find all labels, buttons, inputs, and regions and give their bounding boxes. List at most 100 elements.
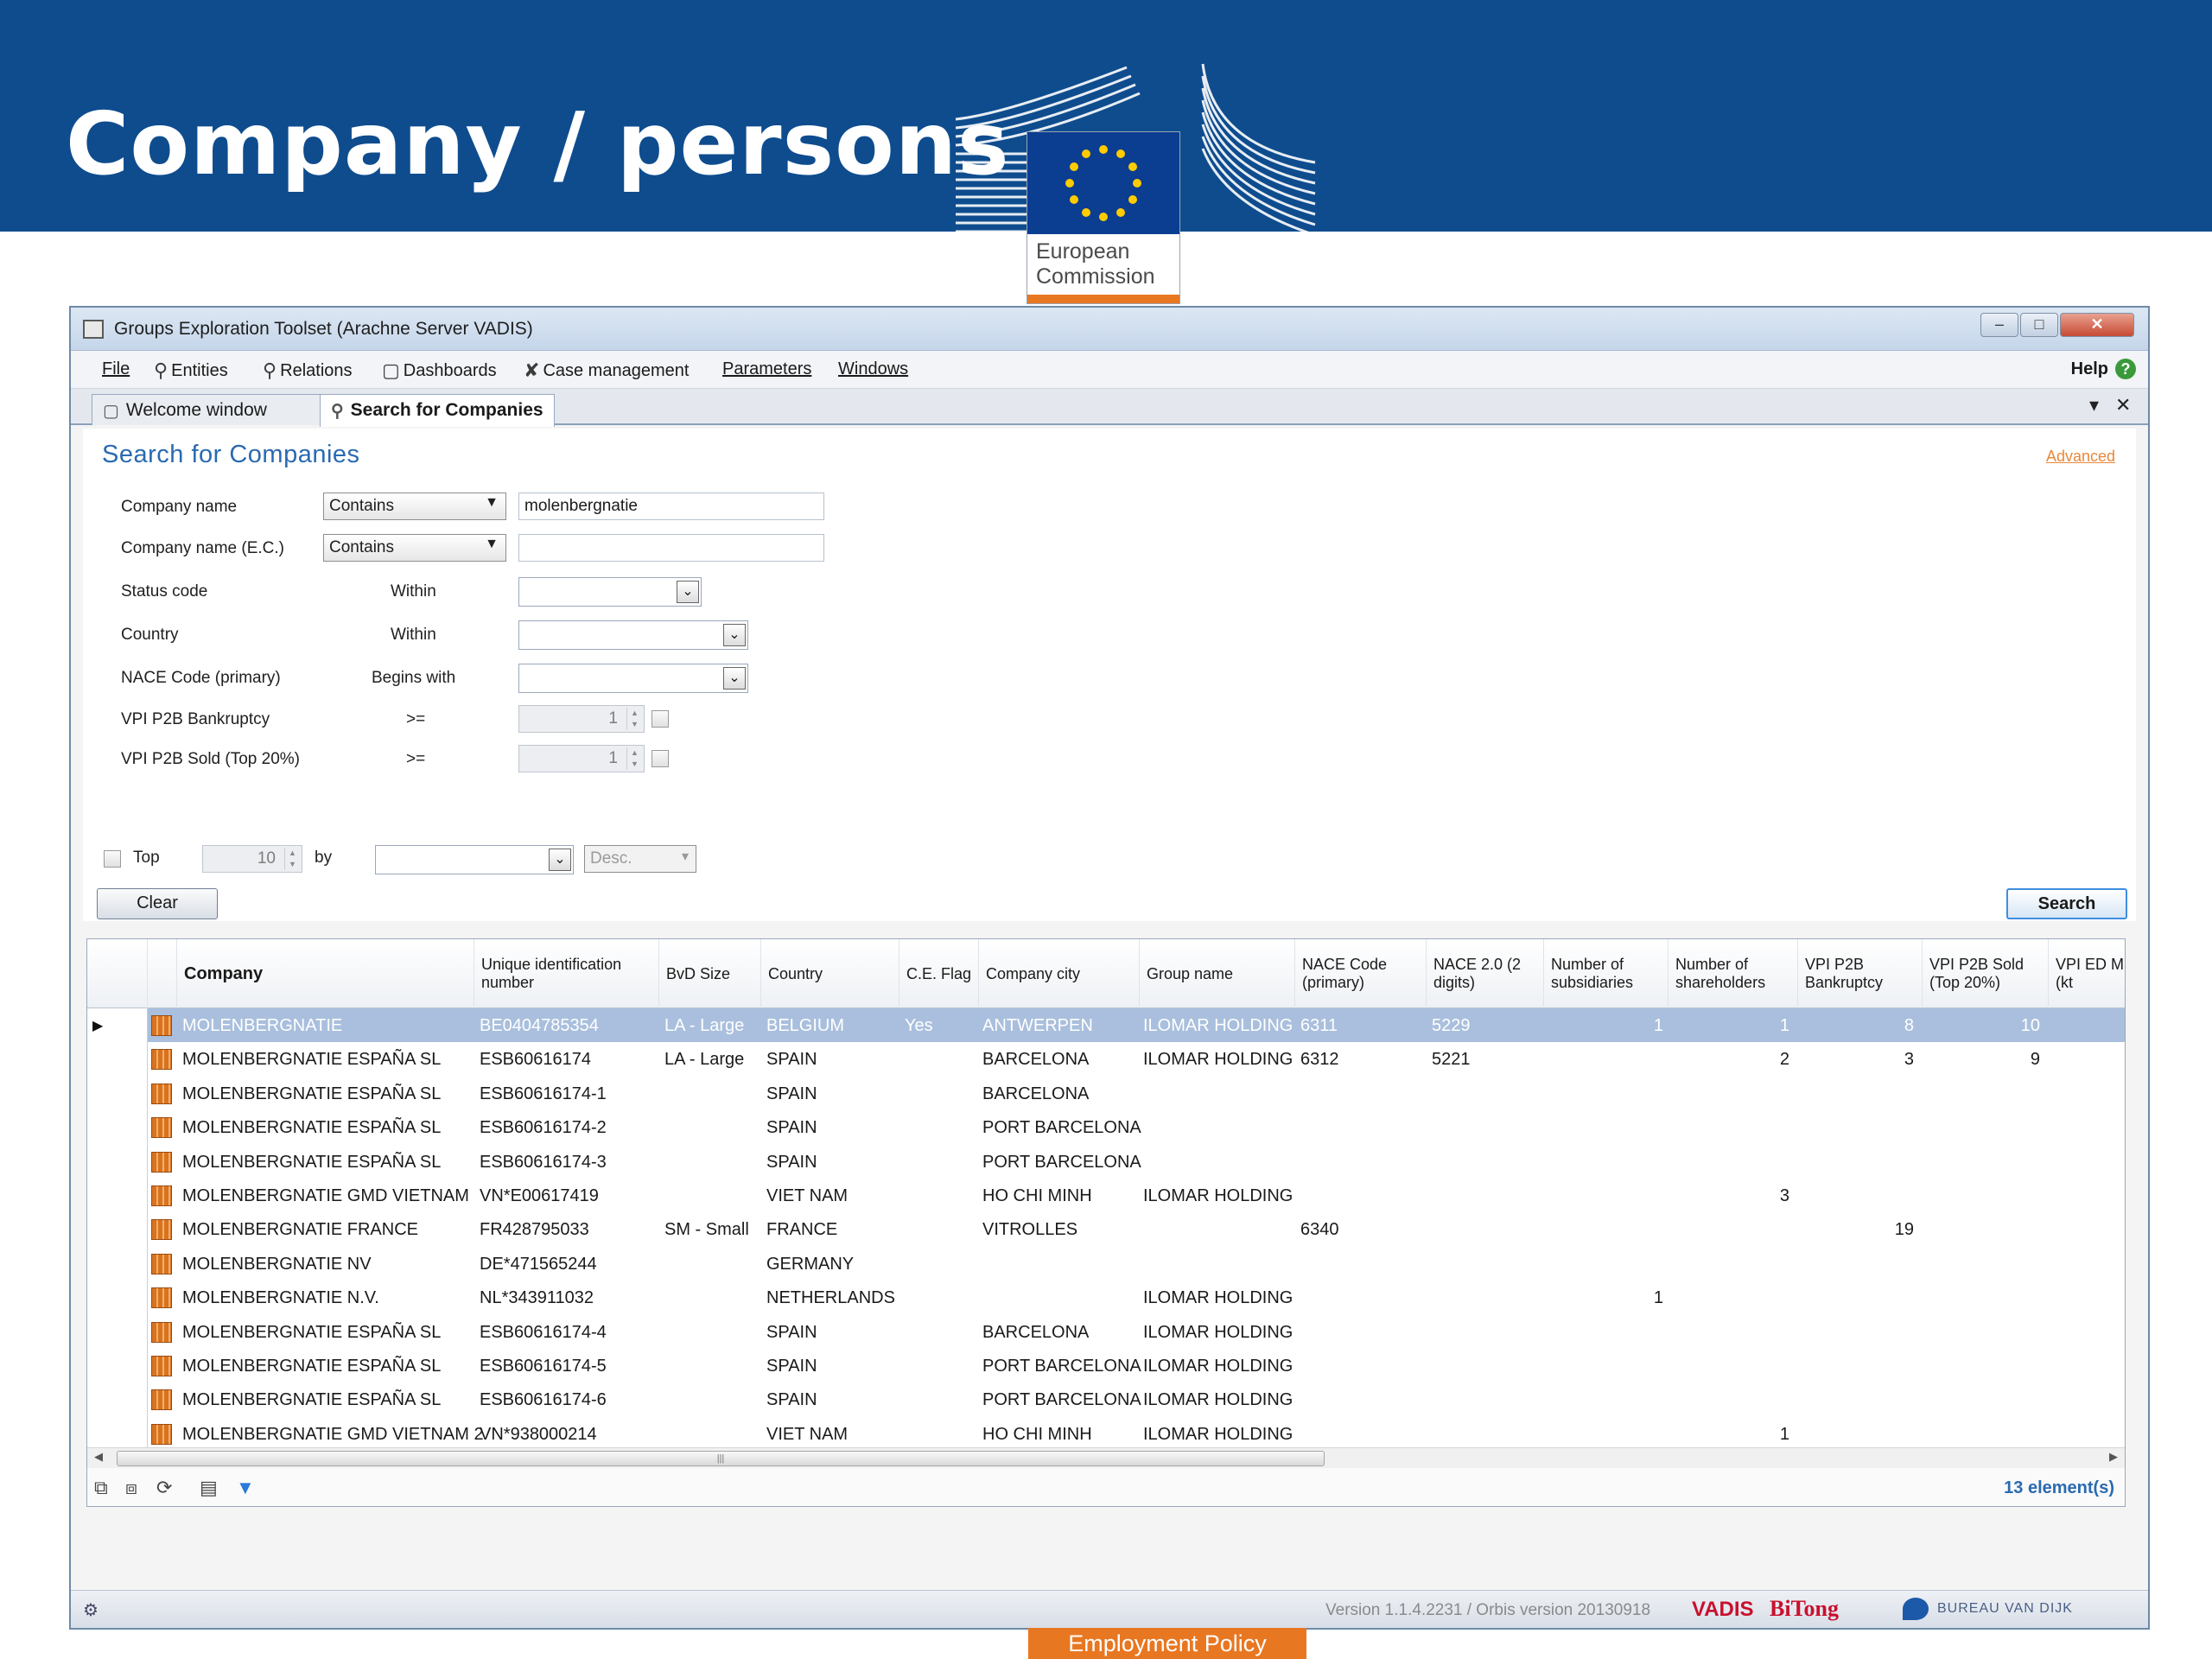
sort-by-select[interactable]: ⌄ xyxy=(375,845,574,874)
vpi-sold-checkbox[interactable] xyxy=(652,750,669,767)
table-row[interactable]: MOLENBERGNATIE ESPAÑA SL ESB60616174-6 SPA… xyxy=(87,1382,2125,1417)
sort-order-select[interactable]: Desc. ▾ xyxy=(584,845,696,873)
version-text: Version 1.1.4.2231 / Orbis version 20130… xyxy=(1325,1601,1651,1619)
scroll-right-icon[interactable]: ▶ xyxy=(2109,1450,2118,1464)
search-panel-title: Search for Companies xyxy=(102,441,360,468)
company-building-icon xyxy=(151,1253,172,1274)
menu-case-management[interactable]: ✘ Case management xyxy=(524,359,689,382)
refresh-icon[interactable]: ⟳ xyxy=(156,1477,172,1499)
row-selector[interactable] xyxy=(87,1042,148,1077)
row-selector[interactable] xyxy=(87,1349,148,1383)
column-header-subsidiaries[interactable]: Number of subsidiaries xyxy=(1544,939,1669,1008)
close-button[interactable]: ✕ xyxy=(2060,313,2134,337)
label-status-code: Status code xyxy=(121,582,208,601)
cell-id: ESB60616174-4 xyxy=(480,1322,607,1342)
column-header-unique-id[interactable]: Unique identification number xyxy=(474,939,659,1008)
export-icon[interactable]: ▤ xyxy=(200,1477,218,1499)
spinner-arrows-icon[interactable]: ▲ ▼ xyxy=(284,848,300,870)
chevron-down-icon[interactable]: ⌄ xyxy=(549,849,571,871)
column-header-shareholders[interactable]: Number of shareholders xyxy=(1669,939,1798,1008)
status-code-operator: Within xyxy=(391,582,436,601)
nace-code-select[interactable]: ⌄ xyxy=(518,664,748,693)
table-row[interactable]: MOLENBERGNATIE NV DE*471565244 GERMANY xyxy=(87,1246,2125,1281)
horizontal-scrollbar[interactable]: ◀ ||| ▶ xyxy=(87,1447,2125,1468)
table-row[interactable]: MOLENBERGNATIE ESPAÑA SL ESB60616174-5 SPA… xyxy=(87,1349,2125,1383)
row-selector[interactable] xyxy=(87,1179,148,1213)
tab-search-companies[interactable]: ⚲ Search for Companies xyxy=(320,394,555,427)
scroll-left-icon[interactable]: ◀ xyxy=(94,1450,103,1464)
menu-file[interactable]: File xyxy=(102,359,130,379)
column-header-company-city[interactable]: Company city xyxy=(979,939,1140,1008)
table-row[interactable]: MOLENBERGNATIE ESPAÑA SL ESB60616174 LA - … xyxy=(87,1042,2125,1077)
copy-icon[interactable]: ⧉ xyxy=(94,1477,108,1499)
menu-parameters[interactable]: Parameters xyxy=(722,359,811,379)
advanced-link[interactable]: Advanced xyxy=(2046,448,2115,466)
scrollbar-thumb[interactable]: ||| xyxy=(117,1451,1325,1466)
column-header-company[interactable]: Company xyxy=(177,939,474,1008)
table-row[interactable]: MOLENBERGNATIE N.V. NL*343911032 NETHERLAN… xyxy=(87,1281,2125,1315)
row-selector[interactable] xyxy=(87,1144,148,1179)
vpi-sold-stepper[interactable]: 1 ▲ ▼ xyxy=(518,745,645,772)
column-header-nace-primary[interactable]: NACE Code (primary) xyxy=(1295,939,1427,1008)
table-row[interactable]: MOLENBERGNATIE ESPAÑA SL ESB60616174-3 SPA… xyxy=(87,1144,2125,1179)
column-header-vpi-bankruptcy[interactable]: VPI P2B Bankruptcy xyxy=(1798,939,1923,1008)
chevron-down-icon[interactable]: ⌄ xyxy=(723,667,746,690)
row-selector[interactable] xyxy=(87,1110,148,1145)
column-header-group-name[interactable]: Group name xyxy=(1140,939,1295,1008)
column-header-vpi-ed[interactable]: VPI ED Min. (kt xyxy=(2049,939,2125,1008)
menu-entities[interactable]: ⚲ Entities xyxy=(154,359,228,382)
company-name-input[interactable]: molenbergnatie xyxy=(518,493,824,520)
menu-help[interactable]: Help ? xyxy=(2071,359,2136,379)
spinner-arrows-icon[interactable]: ▲ ▼ xyxy=(626,747,642,770)
filter-icon[interactable]: ▼ xyxy=(236,1477,255,1499)
menu-dashboards[interactable]: ▢ Dashboards xyxy=(382,359,497,382)
row-selector[interactable] xyxy=(87,1281,148,1315)
tools-icon: ✘ xyxy=(524,359,540,381)
top-count-stepper[interactable]: 10 ▲ ▼ xyxy=(202,845,302,873)
spinner-arrows-icon[interactable]: ▲ ▼ xyxy=(626,708,642,730)
row-selector[interactable] xyxy=(87,1246,148,1281)
column-header-ce-flag[interactable]: C.E. Flag xyxy=(899,939,979,1008)
sort-order-value: Desc. xyxy=(590,849,632,868)
table-row[interactable]: MOLENBERGNATIE ESPAÑA SL ESB60616174-2 SPA… xyxy=(87,1110,2125,1145)
row-selector[interactable] xyxy=(87,1382,148,1417)
tab-welcome-window[interactable]: ▢ Welcome window xyxy=(92,394,325,425)
table-row[interactable]: MOLENBERGNATIE ESPAÑA SL ESB60616174-4 SPA… xyxy=(87,1314,2125,1349)
row-selector[interactable] xyxy=(87,1314,148,1349)
company-name-operator-select[interactable]: Contains ▼ xyxy=(323,493,506,520)
row-selector[interactable] xyxy=(87,1416,148,1452)
tab-close-icon[interactable]: ✕ xyxy=(2115,394,2131,416)
cell-company: MOLENBERGNATIE NV xyxy=(182,1254,372,1274)
column-header-country[interactable]: Country xyxy=(761,939,899,1008)
cell-sold: 10 xyxy=(2020,1016,2040,1035)
row-selector[interactable]: ▶ xyxy=(87,1008,148,1043)
table-row[interactable]: MOLENBERGNATIE FRANCE FR428795033 SM - Sma… xyxy=(87,1212,2125,1247)
top-checkbox[interactable] xyxy=(104,850,121,868)
country-select[interactable]: ⌄ xyxy=(518,620,748,650)
status-code-select[interactable]: ⌄ xyxy=(518,577,702,607)
vpi-bankruptcy-stepper[interactable]: 1 ▲ ▼ xyxy=(518,705,645,733)
vpi-bankruptcy-checkbox[interactable] xyxy=(652,710,669,728)
column-header-nace2[interactable]: NACE 2.0 (2 digits) xyxy=(1427,939,1544,1008)
table-row[interactable]: MOLENBERGNATIE GMD VIETNAM 2 VN*938000214… xyxy=(87,1416,2125,1452)
row-selector[interactable] xyxy=(87,1212,148,1247)
column-header-vpi-sold[interactable]: VPI P2B Sold (Top 20%) xyxy=(1923,939,2049,1008)
menu-windows[interactable]: Windows xyxy=(838,359,908,379)
table-row[interactable]: MOLENBERGNATIE ESPAÑA SL ESB60616174-1 SPA… xyxy=(87,1076,2125,1111)
menu-relations[interactable]: ⚲ Relations xyxy=(263,359,353,382)
minimize-button[interactable]: – xyxy=(1980,313,2018,337)
menu-relations-label: Relations xyxy=(280,360,353,380)
column-header-bvd-size[interactable]: BvD Size xyxy=(659,939,761,1008)
table-row[interactable]: MOLENBERGNATIE GMD VIETNAM VN*E00617419 VI… xyxy=(87,1179,2125,1213)
row-selector[interactable] xyxy=(87,1076,148,1111)
tab-list-dropdown-icon[interactable]: ▾ xyxy=(2089,394,2099,416)
chevron-down-icon[interactable]: ⌄ xyxy=(723,624,746,646)
maximize-button[interactable]: □ xyxy=(2020,313,2058,337)
company-name-ec-input[interactable] xyxy=(518,534,824,562)
copy-all-icon[interactable]: ⧈ xyxy=(125,1477,137,1499)
clear-button[interactable]: Clear xyxy=(97,888,218,919)
company-name-ec-operator-select[interactable]: Contains ▼ xyxy=(323,534,506,562)
table-row[interactable]: ▶ MOLENBERGNATIE BE0404785354 LA - Large BEL… xyxy=(87,1008,2125,1043)
search-button[interactable]: Search xyxy=(2006,888,2127,919)
chevron-down-icon[interactable]: ⌄ xyxy=(677,581,699,603)
